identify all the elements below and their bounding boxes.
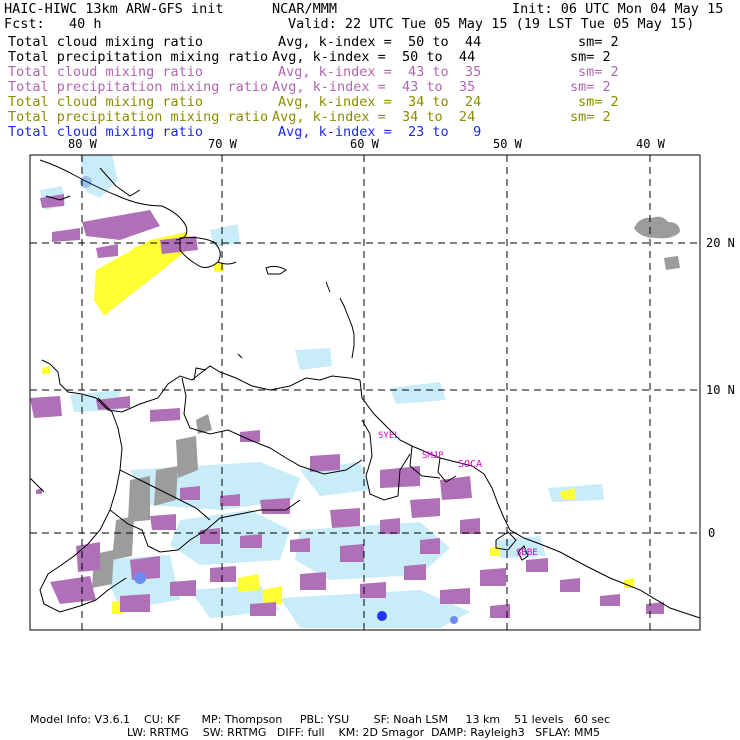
lat-label: 0 xyxy=(708,526,716,540)
lon-label: 60 W xyxy=(350,137,379,151)
lon-label: 70 W xyxy=(208,137,237,151)
station-label: SOCA xyxy=(458,459,483,470)
lon-label: 80 W xyxy=(68,137,97,151)
model-physics-line: LW: RRTMG SW: RRTMG DIFF: full KM: 2D Sm… xyxy=(127,726,600,739)
station-label: SBBE xyxy=(516,548,538,558)
lat-label: 10 N xyxy=(706,383,735,397)
station-label: SYEL xyxy=(378,431,400,441)
lon-label: 40 W xyxy=(636,137,665,151)
station-label: SMJP xyxy=(422,451,444,461)
lat-label: 20 N xyxy=(706,236,735,250)
lon-label: 50 W xyxy=(493,137,522,151)
forecast-map xyxy=(29,154,701,631)
